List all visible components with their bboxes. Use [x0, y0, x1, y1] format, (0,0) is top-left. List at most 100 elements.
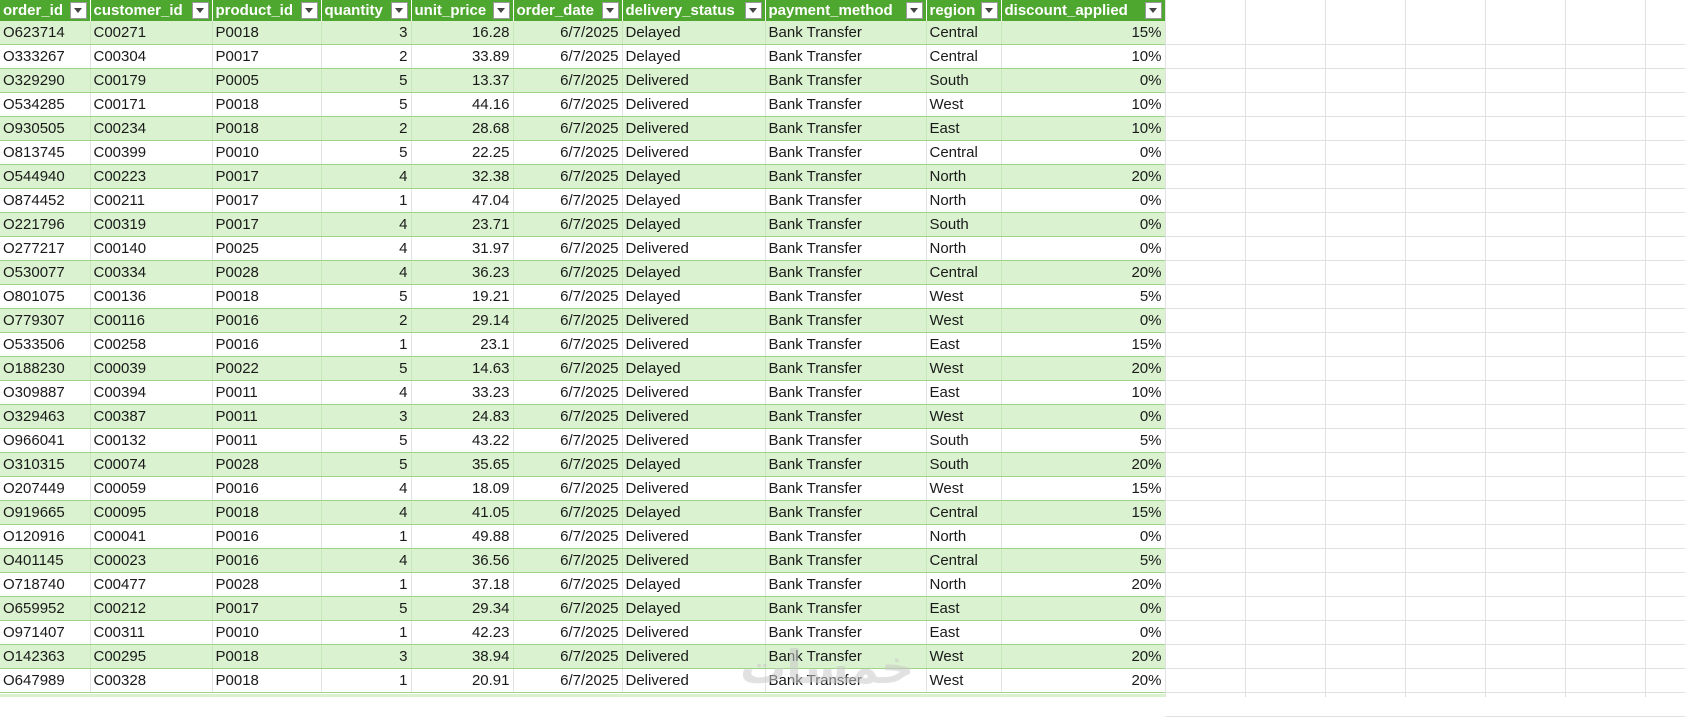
cell-product-id[interactable]: P0028 — [212, 260, 322, 285]
cell-order-id[interactable]: O623714 — [0, 21, 91, 45]
cell-product-id[interactable]: P0010 — [212, 620, 322, 645]
cell-delivery-status[interactable]: Delayed — [622, 164, 766, 189]
cell-delivery-status[interactable]: Delayed — [622, 44, 766, 69]
cell-payment-method[interactable]: Bank Transfer — [765, 548, 927, 573]
cell-unit-price[interactable]: 37.18 — [411, 572, 514, 597]
cell-quantity[interactable]: 4 — [321, 212, 412, 237]
cell-unit-price[interactable]: 44.16 — [411, 92, 514, 117]
cell-order-id[interactable]: O530077 — [0, 260, 91, 285]
cell-unit-price[interactable]: 33.23 — [411, 380, 514, 405]
cell-order-id[interactable]: O533506 — [0, 332, 91, 357]
cell-payment-method[interactable]: Bank Transfer — [765, 452, 927, 477]
cell-order-date[interactable]: 6/7/2025 — [513, 21, 623, 45]
cell-customer-id[interactable]: C00477 — [90, 572, 213, 597]
cell-customer-id[interactable]: C00387 — [90, 404, 213, 429]
cell-customer-id[interactable]: C00039 — [90, 356, 213, 381]
cell-customer-id[interactable]: C00059 — [90, 476, 213, 501]
cell-product-id[interactable]: P0025 — [212, 236, 322, 261]
cell-unit-price[interactable]: 49.88 — [411, 524, 514, 549]
cell-payment-method[interactable]: Bank Transfer — [765, 428, 927, 453]
cell-order-date[interactable]: 6/7/2025 — [513, 44, 623, 69]
cell-order-id[interactable]: O309887 — [0, 380, 91, 405]
cell-order-id[interactable]: O120916 — [0, 524, 91, 549]
cell-order-id[interactable]: O310315 — [0, 452, 91, 477]
cell-region[interactable]: North — [926, 164, 1002, 189]
cell-payment-method[interactable]: Bank Transfer — [765, 188, 927, 213]
cell-order-date[interactable]: 6/7/2025 — [513, 524, 623, 549]
cell-payment-method[interactable]: Bank Transfer — [765, 92, 927, 117]
cell-discount-applied[interactable]: 20% — [1001, 668, 1166, 693]
cell-order-date[interactable]: 6/7/2025 — [513, 140, 623, 165]
cell-delivery-status[interactable]: Delivered — [622, 332, 766, 357]
cell-order-id[interactable]: O329290 — [0, 68, 91, 93]
cell-customer-id[interactable]: C00041 — [90, 524, 213, 549]
cell-customer-id[interactable]: C00140 — [90, 236, 213, 261]
cell-order-id[interactable]: O534285 — [0, 92, 91, 117]
cell-quantity[interactable]: 1 — [321, 332, 412, 357]
cell-product-id[interactable]: P0016 — [212, 332, 322, 357]
cell-quantity[interactable]: 1 — [321, 524, 412, 549]
cell-delivery-status[interactable]: Delivered — [622, 476, 766, 501]
cell-discount-applied[interactable]: 10% — [1001, 380, 1166, 405]
cell-discount-applied[interactable]: 15% — [1001, 500, 1166, 525]
filter-dropdown-icon[interactable] — [191, 2, 209, 19]
cell-customer-id[interactable]: C00212 — [90, 596, 213, 621]
column-header-order-date[interactable]: order_date — [513, 0, 623, 21]
cell-unit-price[interactable]: 36.56 — [411, 548, 514, 573]
cell-unit-price[interactable]: 42.23 — [411, 620, 514, 645]
cell-order-id[interactable]: O779307 — [0, 308, 91, 333]
cell-customer-id[interactable]: C00334 — [90, 260, 213, 285]
cell-delivery-status[interactable]: Delivered — [622, 308, 766, 333]
cell-delivery-status[interactable]: Delayed — [622, 452, 766, 477]
cell-delivery-status[interactable]: Delayed — [622, 260, 766, 285]
cell-delivery-status[interactable]: Delivered — [622, 140, 766, 165]
cell-quantity[interactable]: 3 — [321, 404, 412, 429]
cell-unit-price[interactable]: 23.71 — [411, 212, 514, 237]
cell-payment-method[interactable]: Bank Transfer — [765, 356, 927, 381]
cell-customer-id[interactable]: C00136 — [90, 284, 213, 309]
filter-dropdown-icon[interactable] — [69, 2, 87, 19]
cell-discount-applied[interactable]: 15% — [1001, 332, 1166, 357]
cell-payment-method[interactable]: Bank Transfer — [765, 476, 927, 501]
cell-region[interactable]: West — [926, 284, 1002, 309]
cell-discount-applied[interactable]: 0% — [1001, 596, 1166, 621]
cell-unit-price[interactable]: 28.68 — [411, 116, 514, 141]
cell-order-id[interactable]: O801075 — [0, 284, 91, 309]
cell-discount-applied[interactable]: 20% — [1001, 164, 1166, 189]
cell-customer-id[interactable]: C00132 — [90, 428, 213, 453]
cell-unit-price[interactable]: 43.22 — [411, 428, 514, 453]
cell-order-id[interactable]: O971407 — [0, 620, 91, 645]
cell-unit-price[interactable]: 35.65 — [411, 452, 514, 477]
cell-order-id[interactable]: O329463 — [0, 404, 91, 429]
cell-delivery-status[interactable]: Delivered — [622, 524, 766, 549]
cell-order-id[interactable]: O188230 — [0, 356, 91, 381]
cell-region[interactable]: West — [926, 308, 1002, 333]
cell-discount-applied[interactable]: 5% — [1001, 428, 1166, 453]
cell-product-id[interactable]: P0005 — [212, 68, 322, 93]
cell-order-id[interactable]: O544940 — [0, 164, 91, 189]
cell-region[interactable]: East — [926, 596, 1002, 621]
cell-quantity[interactable]: 5 — [321, 428, 412, 453]
cell-quantity[interactable]: 2 — [321, 116, 412, 141]
cell-quantity[interactable]: 2 — [321, 44, 412, 69]
cell-order-date[interactable]: 6/7/2025 — [513, 284, 623, 309]
cell-region[interactable]: West — [926, 92, 1002, 117]
cell-region[interactable]: West — [926, 644, 1002, 669]
cell-discount-applied[interactable]: 10% — [1001, 92, 1166, 117]
cell-customer-id[interactable]: C00179 — [90, 68, 213, 93]
column-header-customer-id[interactable]: customer_id — [90, 0, 213, 21]
cell-delivery-status[interactable]: Delivered — [622, 92, 766, 117]
cell-unit-price[interactable]: 36.23 — [411, 260, 514, 285]
cell-customer-id[interactable]: C00116 — [90, 308, 213, 333]
cell-product-id[interactable]: P0011 — [212, 404, 322, 429]
cell-region[interactable]: Central — [926, 500, 1002, 525]
cell-customer-id[interactable]: C00319 — [90, 212, 213, 237]
cell-region[interactable]: West — [926, 356, 1002, 381]
cell-delivery-status[interactable]: Delivered — [622, 236, 766, 261]
cell-quantity[interactable]: 1 — [321, 188, 412, 213]
cell-customer-id[interactable]: C00171 — [90, 92, 213, 117]
cell-quantity[interactable]: 4 — [321, 164, 412, 189]
cell-product-id[interactable]: P0018 — [212, 116, 322, 141]
cell-customer-id[interactable]: C00295 — [90, 644, 213, 669]
filter-dropdown-icon[interactable] — [980, 2, 998, 19]
